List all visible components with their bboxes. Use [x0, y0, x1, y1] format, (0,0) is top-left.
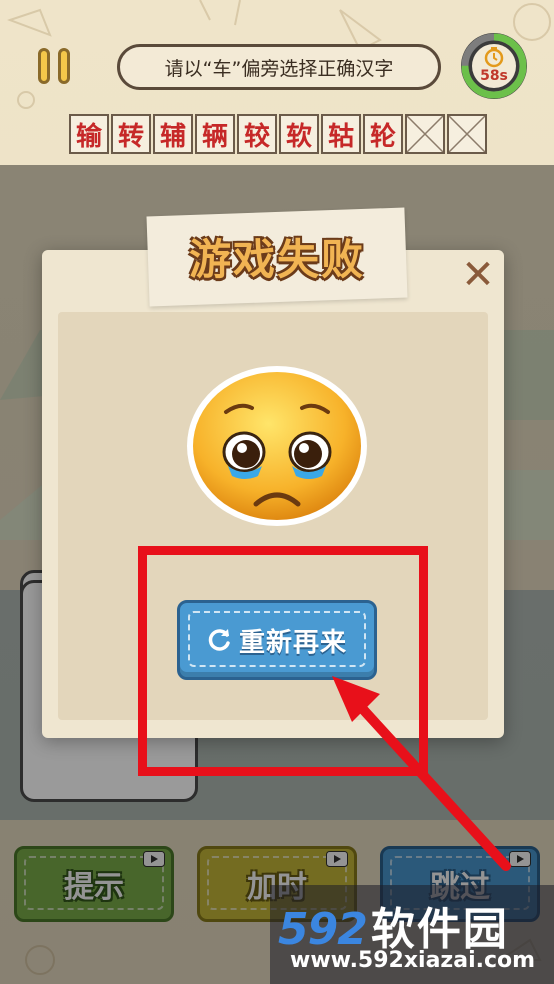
annotation-arrow-icon	[332, 676, 511, 871]
game-screen: 请以“车”偏旁选择正确汉字 58s 输 转 辅 辆 较 软 轱 轮 提示 游戏失…	[0, 0, 554, 984]
watermark-url: www.592xiazai.com	[290, 948, 536, 973]
